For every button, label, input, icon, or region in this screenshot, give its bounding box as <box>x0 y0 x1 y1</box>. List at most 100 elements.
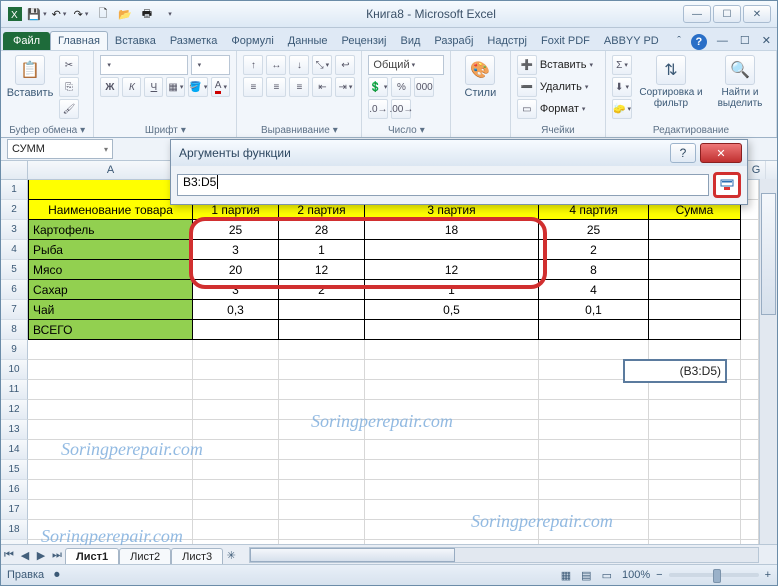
styles-button[interactable]: 🎨 Стили <box>457 55 503 99</box>
cell[interactable] <box>193 320 279 340</box>
cell[interactable] <box>539 500 649 520</box>
sheet-tab-3[interactable]: Лист3 <box>171 548 223 565</box>
cell[interactable]: 1 <box>365 280 539 300</box>
dialog-help-icon[interactable]: ? <box>670 143 696 163</box>
tab-abbyy[interactable]: ABBYY PD <box>597 32 666 50</box>
row-header[interactable]: 2 <box>1 200 28 220</box>
wrap-text-icon[interactable]: ↩ <box>335 55 355 75</box>
row-header[interactable]: 8 <box>1 320 28 340</box>
cell[interactable] <box>279 320 365 340</box>
cell[interactable] <box>741 440 759 460</box>
cell[interactable] <box>365 360 539 380</box>
orientation-icon[interactable]: ⤡ <box>312 55 332 75</box>
help-icon[interactable]: ? <box>691 34 707 50</box>
row-header[interactable]: 12 <box>1 400 28 420</box>
sheet-tab-2[interactable]: Лист2 <box>119 548 171 565</box>
cell[interactable]: Сахар <box>28 280 193 300</box>
zoom-in-icon[interactable]: + <box>765 569 771 581</box>
cell[interactable] <box>279 360 365 380</box>
cell[interactable] <box>539 440 649 460</box>
cell[interactable]: Чай <box>28 300 193 320</box>
dialog-launcher-icon[interactable]: ▾ <box>333 125 338 136</box>
row-header[interactable]: 11 <box>1 380 28 400</box>
cell[interactable]: 28 <box>279 220 365 240</box>
align-left-icon[interactable]: ≡ <box>243 77 263 97</box>
expand-dialog-button[interactable] <box>713 172 741 198</box>
cell[interactable] <box>365 480 539 500</box>
zoom-level[interactable]: 100% <box>622 569 650 581</box>
tab-layout[interactable]: Разметка <box>163 32 225 50</box>
cell[interactable]: Картофель <box>28 220 193 240</box>
cell[interactable]: 2 <box>279 280 365 300</box>
cell[interactable] <box>741 360 759 380</box>
cell[interactable]: Мясо <box>28 260 193 280</box>
cell[interactable] <box>193 380 279 400</box>
cell[interactable] <box>365 240 539 260</box>
cell[interactable] <box>365 400 539 420</box>
cell[interactable]: ВСЕГО <box>28 320 193 340</box>
tab-review[interactable]: Рецензиј <box>335 32 394 50</box>
cell[interactable] <box>28 340 193 360</box>
cell[interactable] <box>28 360 193 380</box>
format-cells-label[interactable]: Формат <box>540 103 579 115</box>
vertical-scrollbar[interactable] <box>759 179 777 545</box>
font-color-icon[interactable]: A <box>211 77 230 97</box>
paste-button[interactable]: 📋 Вставить <box>7 55 53 99</box>
cell[interactable] <box>365 380 539 400</box>
cell[interactable]: 8 <box>539 260 649 280</box>
number-format-combo[interactable]: Общий <box>368 55 444 75</box>
cell[interactable] <box>279 440 365 460</box>
cell[interactable] <box>741 500 759 520</box>
cell[interactable] <box>649 260 741 280</box>
cell[interactable] <box>365 500 539 520</box>
cell[interactable] <box>193 520 279 540</box>
mdi-restore-icon[interactable]: ☐ <box>734 31 756 50</box>
row-header[interactable]: 3 <box>1 220 28 240</box>
dialog-launcher-icon[interactable]: ▾ <box>181 125 186 136</box>
select-all-corner[interactable] <box>1 161 28 180</box>
tab-developer[interactable]: Разрабј <box>427 32 480 50</box>
cell[interactable] <box>28 440 193 460</box>
align-middle-icon[interactable]: ↔ <box>266 55 286 75</box>
cell[interactable] <box>193 460 279 480</box>
cell[interactable] <box>649 420 741 440</box>
view-normal-icon[interactable]: ▦ <box>561 569 571 582</box>
cell[interactable] <box>539 520 649 540</box>
cell[interactable] <box>741 520 759 540</box>
merge-icon[interactable]: ⇥ <box>335 77 355 97</box>
cell[interactable] <box>649 220 741 240</box>
cell[interactable] <box>649 460 741 480</box>
range-input[interactable]: B3:D5 <box>177 174 709 196</box>
col-G[interactable]: G <box>747 161 766 179</box>
cell[interactable] <box>649 480 741 500</box>
align-right-icon[interactable]: ≡ <box>289 77 309 97</box>
quickprint-icon[interactable]: 🖶 <box>137 4 157 24</box>
cell[interactable]: 25 <box>193 220 279 240</box>
cell[interactable] <box>741 260 759 280</box>
sheet-nav-first-icon[interactable]: ⏮ <box>1 547 17 563</box>
cell[interactable]: 25 <box>539 220 649 240</box>
cell[interactable] <box>193 340 279 360</box>
cell[interactable]: 20 <box>193 260 279 280</box>
cell[interactable] <box>279 380 365 400</box>
cell[interactable]: 3 <box>193 280 279 300</box>
tab-home[interactable]: Главная <box>50 31 108 50</box>
cell[interactable] <box>193 360 279 380</box>
zoom-out-icon[interactable]: − <box>656 569 662 581</box>
cell[interactable] <box>279 420 365 440</box>
tab-file[interactable]: Файл <box>3 32 50 50</box>
cell[interactable] <box>539 460 649 480</box>
underline-icon[interactable]: Ч <box>144 77 163 97</box>
cell[interactable] <box>539 340 649 360</box>
cell[interactable] <box>365 520 539 540</box>
dialog-close-button[interactable]: ✕ <box>700 143 742 163</box>
cell[interactable] <box>539 320 649 340</box>
comma-icon[interactable]: 000 <box>414 77 434 97</box>
cell[interactable] <box>279 460 365 480</box>
percent-icon[interactable]: % <box>391 77 411 97</box>
row-header[interactable]: 1 <box>1 180 28 200</box>
align-top-icon[interactable]: ↑ <box>243 55 263 75</box>
cell[interactable] <box>741 280 759 300</box>
fill-icon[interactable]: ⬇ <box>612 77 632 97</box>
cell[interactable] <box>365 320 539 340</box>
